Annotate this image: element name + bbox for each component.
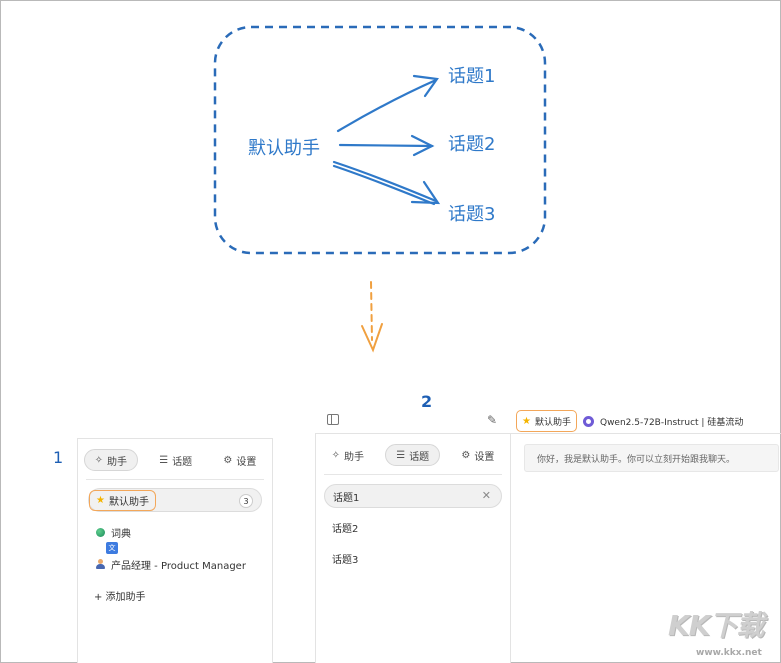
assistant-item-product-manager[interactable]: 产品经理 - Product Manager [96,552,262,576]
topic-label: 话题3 [332,554,359,566]
tab-label: 话题 [172,456,193,468]
add-assistant-button[interactable]: + 添加助手 [94,583,262,607]
tab-topics[interactable]: ☰ 话题 [149,449,202,471]
watermark-logo: KK下载 [668,609,764,642]
diagram-topic2-label: 话题2 [448,134,496,155]
step2-number: 2 [421,392,433,411]
person-icon [96,559,105,569]
model-logo-icon [582,415,594,427]
tab-assistants[interactable]: ✧ 助手 [83,449,138,471]
arrow-to-topic1-head [412,74,439,98]
tab-label: 话题 [409,451,430,463]
assistant-label: 产品经理 - Product Manager [111,560,246,572]
star-icon: ★ [522,415,531,427]
orange-down-arrow [370,281,373,341]
diagram-topic1-label: 话题1 [448,66,496,87]
globe-icon [96,527,105,537]
tab-topics[interactable]: ☰ 话题 [385,444,441,466]
topic-item-2[interactable]: 话题2 [332,515,500,539]
topic-item-1[interactable]: 话题1 ✕ [324,484,502,508]
assistant-label: 词典 [111,528,131,540]
topic-diagram [213,25,547,353]
current-assistant-pill[interactable]: ★ 默认助手 [516,410,577,432]
chat-header: ★ 默认助手 Qwen2.5-72B-Instruct | 硅基流动 [516,410,743,432]
arrow-to-topic2 [338,143,434,148]
step1-number: 1 [53,448,64,467]
tab-settings[interactable]: ⚙ 设置 [213,449,266,471]
sparkle-icon: ✧ [331,449,340,461]
assistant-label: 默认助手 [108,496,149,508]
diagram-source-label: 默认助手 [248,138,320,159]
sparkle-icon: ✧ [94,454,103,466]
list-icon: ☰ [396,449,406,461]
list-icon: ☰ [159,454,169,466]
tab-label: 助手 [344,451,364,463]
left-sidebar-panel: ✧ 助手 ☰ 话题 ⚙ 设置 ★ 默认助手 3 词典 文 产品经理 - Prod… [77,438,273,663]
add-assistant-label: + 添加助手 [94,591,146,603]
assistant-item-dictionary[interactable]: 词典 [96,520,262,544]
assistant-item-default[interactable]: ★ 默认助手 3 [88,488,262,512]
highlight-box: ★ 默认助手 [89,489,156,511]
topics-panel: ✧ 助手 ☰ 话题 ⚙ 设置 话题1 ✕ 话题2 话题3 [315,433,510,663]
model-selector[interactable]: Qwen2.5-72B-Instruct | 硅基流动 [600,415,743,428]
topic-label: 话题1 [333,492,360,504]
tab-label: 设置 [474,451,495,463]
tab-label: 设置 [236,456,257,468]
watermark-url: www.kkx.net [696,648,762,658]
arrow-to-topic3 [332,160,438,203]
arrow-to-topic1 [336,78,438,133]
mid-tabs: ✧ 助手 ☰ 话题 ⚙ 设置 [316,442,510,468]
left-tabs: ✧ 助手 ☰ 话题 ⚙ 设置 [78,447,272,473]
assistant-greeting-message: 你好，我是默认助手。你可以立刻开始跟我聊天。 [524,444,779,472]
sidebar-toggle-icon[interactable] [327,414,339,425]
divider [86,479,264,480]
tab-settings[interactable]: ⚙ 设置 [451,444,504,466]
diagram-topic3-label: 话题3 [448,204,496,225]
watermark: KK下载 www.kkx.net [668,604,778,660]
topic-label: 话题2 [332,523,359,535]
topic-item-3[interactable]: 话题3 [332,546,500,570]
new-topic-edit-icon[interactable]: ✎ [487,413,497,427]
tab-assistants[interactable]: ✧ 助手 [322,444,374,466]
gear-icon: ⚙ [461,449,471,461]
topic-count-badge: 3 [239,494,253,508]
close-icon[interactable]: ✕ [482,489,491,502]
divider [324,474,502,475]
tab-label: 助手 [107,456,127,468]
current-assistant-label: 默认助手 [534,417,571,428]
gear-icon: ⚙ [223,454,233,466]
star-icon: ★ [96,494,105,506]
